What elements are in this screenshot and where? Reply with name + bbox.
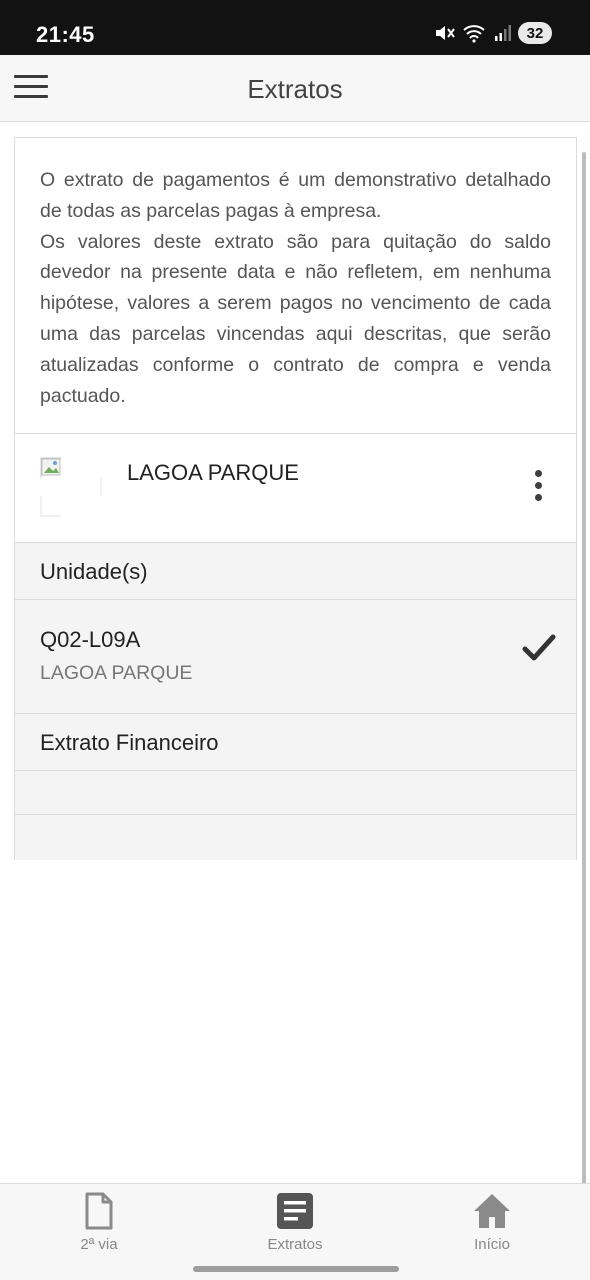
nav-label: Extratos [267, 1236, 323, 1253]
wifi-icon [462, 23, 488, 43]
battery-indicator: 32 [518, 22, 552, 44]
extract-card: O extrato de pagamentos é um demonstrati… [14, 137, 577, 860]
financial-section-title: Extrato Financeiro [40, 730, 219, 755]
enterprise-row: LAGOA PARQUE [15, 434, 576, 543]
document-icon [34, 1192, 164, 1230]
nav-label: 2ª via [80, 1236, 118, 1253]
units-section-title: Unidade(s) [40, 559, 148, 584]
mute-icon [434, 23, 456, 43]
units-section-header: Unidade(s) [15, 543, 576, 600]
home-icon [427, 1192, 557, 1230]
broken-image-icon [40, 456, 102, 518]
nav-item-inicio[interactable]: Início [427, 1192, 557, 1256]
info-paragraph-1: O extrato de pagamentos é um demonstrati… [40, 169, 551, 222]
nav-item-extratos[interactable]: Extratos [230, 1192, 360, 1256]
list-document-icon [230, 1192, 360, 1230]
financial-empty-row [15, 815, 576, 860]
status-time: 21:45 [36, 22, 95, 47]
status-bar: 21:45 32 [0, 0, 590, 55]
checkmark-icon [522, 632, 556, 664]
status-icons: 32 [434, 22, 552, 44]
nav-label: Início [474, 1236, 510, 1253]
page-title: Extratos [247, 74, 343, 104]
scrollbar[interactable] [582, 152, 586, 1257]
enterprise-name: LAGOA PARQUE [127, 460, 299, 485]
app-header: Extratos [0, 55, 590, 122]
unit-code: Q02-L09A [40, 627, 141, 652]
screen: 21:45 32 Extratos O extrato de pagamento… [0, 0, 590, 1280]
info-text: O extrato de pagamentos é um demonstrati… [15, 138, 576, 434]
signal-icon [494, 24, 512, 42]
financial-section-header: Extrato Financeiro [15, 714, 576, 771]
more-vertical-icon[interactable] [532, 470, 544, 504]
nav-item-2via[interactable]: 2ª via [34, 1192, 164, 1256]
financial-empty-row [15, 771, 576, 815]
home-indicator[interactable] [193, 1266, 399, 1272]
unit-enterprise-name: LAGOA PARQUE [40, 662, 193, 684]
unit-item[interactable]: Q02-L09A LAGOA PARQUE [15, 600, 576, 714]
info-paragraph-2: Os valores deste extrato são para quitaç… [40, 230, 551, 407]
